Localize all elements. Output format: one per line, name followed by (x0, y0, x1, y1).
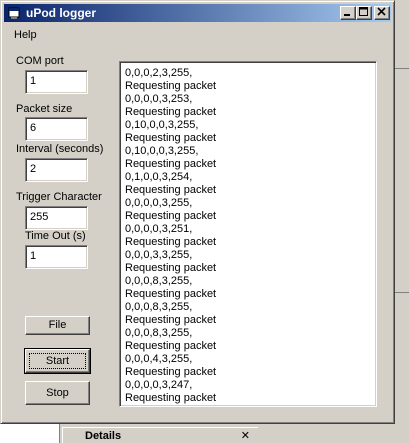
log-line: Requesting packet (125, 184, 217, 196)
log-line: 0,0,0,8,3,255, (125, 275, 193, 287)
log-line: 0,0,0,0,3,251, (125, 223, 193, 235)
close-icon (377, 7, 386, 16)
upod-logger-window: uPod logger Help COM port 1 Packet size … (0, 0, 395, 424)
trigger-character-input[interactable]: 255 (25, 206, 88, 230)
background-window-edge (395, 0, 409, 443)
maximize-button[interactable] (356, 6, 372, 20)
trigger-character-label: Trigger Character (16, 191, 102, 203)
focus-rectangle (29, 353, 86, 369)
log-line: Requesting packet (125, 262, 217, 274)
details-panel-header[interactable]: Details ✕ (62, 427, 258, 443)
log-line: Requesting packet (125, 366, 217, 378)
app-icon (8, 7, 20, 19)
log-line: 0,10,0,0,3,255, (125, 119, 199, 131)
start-button[interactable]: Start (24, 348, 91, 374)
minimize-button[interactable] (340, 6, 356, 20)
log-line: Requesting packet (125, 210, 217, 222)
log-line: 0,0,0,0,3,247, (125, 379, 193, 391)
log-line: Requesting packet (125, 80, 217, 92)
details-label: Details (85, 430, 122, 442)
com-port-label: COM port (16, 55, 64, 67)
log-line: Requesting packet (125, 132, 217, 144)
window-title: uPod logger (26, 6, 96, 20)
timeout-input[interactable]: 1 (25, 245, 88, 269)
file-button[interactable]: File (25, 316, 90, 335)
log-line: Requesting packet (125, 288, 217, 300)
log-output-textbox[interactable]: 0,0,0,2,3,255, Requesting packet 0,0,0,0,3… (119, 61, 377, 407)
maximize-icon (359, 7, 368, 16)
stop-button[interactable]: Stop (25, 381, 90, 405)
log-line: 0,0,0,0,3,253, (125, 93, 193, 105)
log-line: Requesting packet (125, 392, 217, 404)
log-line: 0,0,0,8,3,255, (125, 301, 193, 313)
log-line: 0,0,0,0,3,255, (125, 197, 193, 209)
log-line: 0,0,0,8,3,255, (125, 327, 193, 339)
menu-help[interactable]: Help (14, 29, 37, 41)
log-line: 0,1,0,0,3,254, (125, 171, 193, 183)
log-line: 0,0,0,3,3,255, (125, 249, 193, 261)
timeout-label: Time Out (s) (25, 230, 86, 242)
title-bar[interactable]: uPod logger (4, 4, 391, 22)
log-line: Requesting packet (125, 106, 217, 118)
log-line: Requesting packet (125, 314, 217, 326)
com-port-input[interactable]: 1 (25, 70, 88, 94)
details-close-icon[interactable]: ✕ (241, 429, 250, 442)
interval-input[interactable]: 2 (25, 158, 88, 182)
background-left-strip (0, 424, 60, 443)
close-button[interactable] (374, 6, 390, 20)
log-line: 0,0,0,4,3,255, (125, 353, 193, 365)
interval-label: Interval (seconds) (16, 143, 104, 155)
log-line: 0,10,0,0,3,255, (125, 145, 199, 157)
log-line: 0,0,0,2,3,255, (125, 67, 193, 79)
log-line: Requesting packet (125, 236, 217, 248)
minimize-icon (344, 14, 350, 16)
menu-bar: Help (4, 24, 391, 43)
packet-size-input[interactable]: 6 (25, 117, 88, 141)
log-line: Requesting packet (125, 340, 217, 352)
log-lines: 0,0,0,2,3,255, Requesting packet 0,0,0,0,3… (125, 67, 376, 405)
log-line: Requesting packet (125, 158, 217, 170)
packet-size-label: Packet size (16, 103, 73, 115)
